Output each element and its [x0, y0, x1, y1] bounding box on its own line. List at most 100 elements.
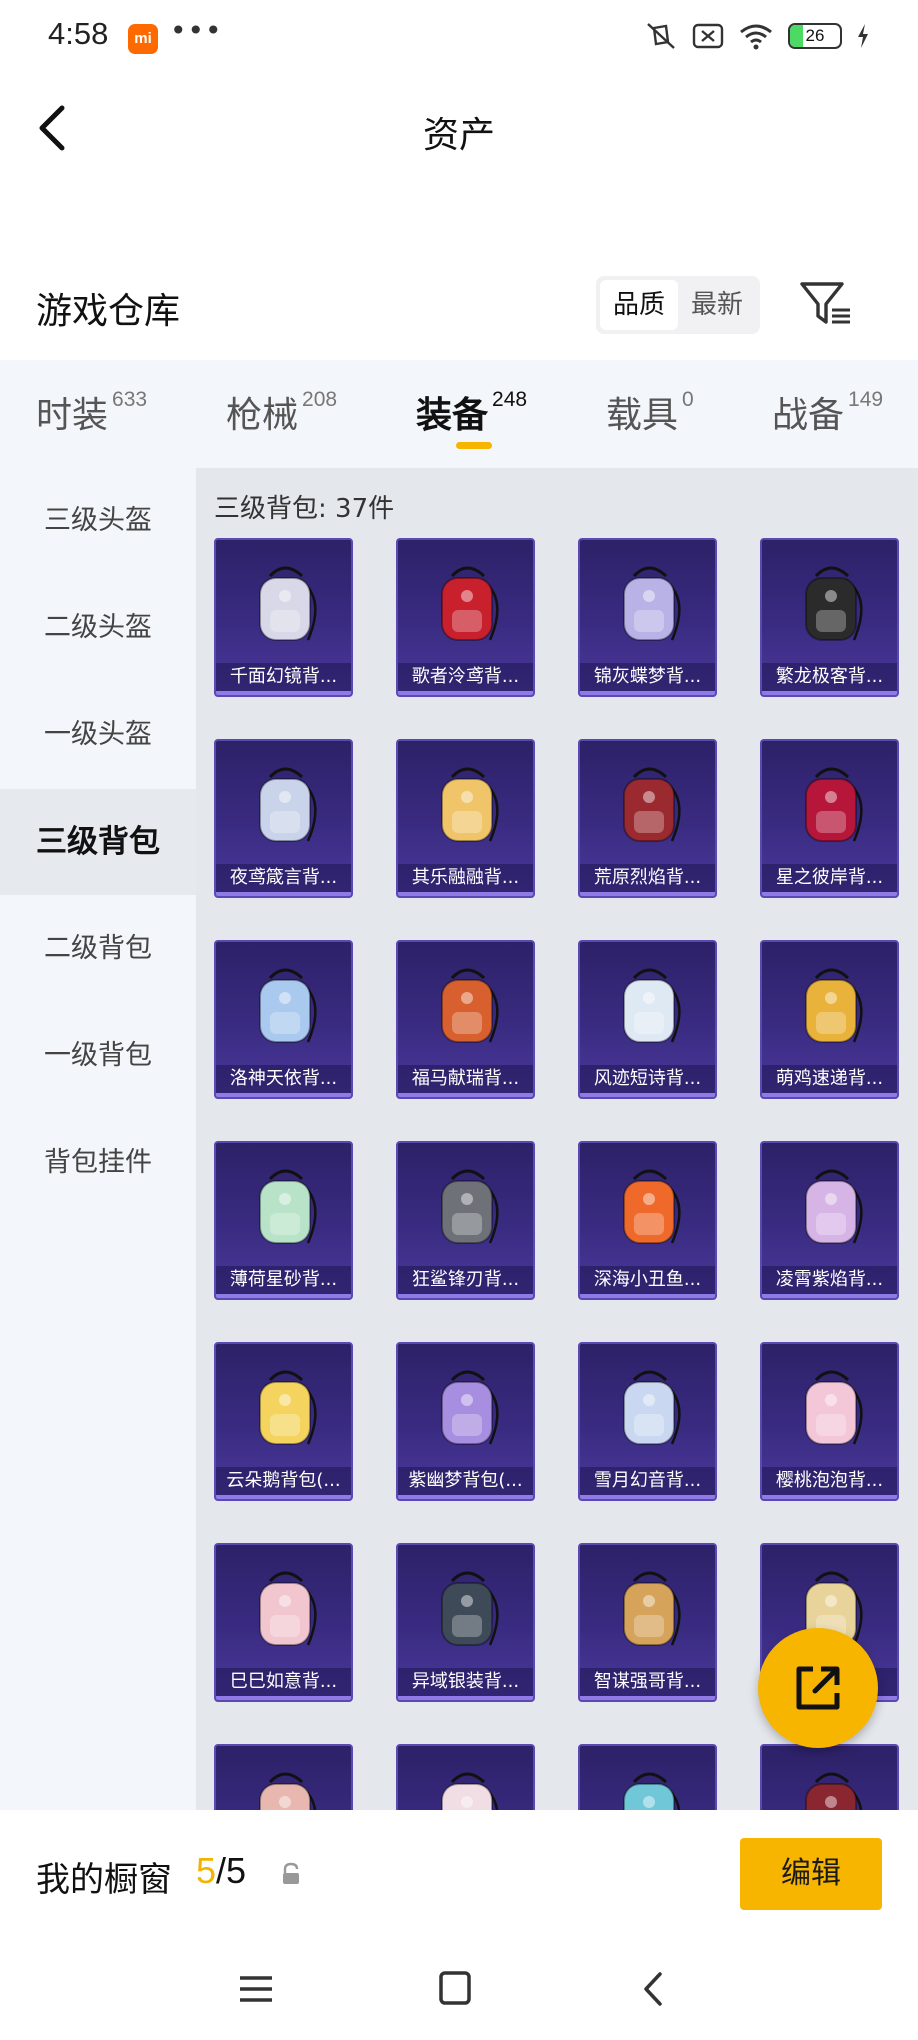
- backpack-icon: [805, 968, 863, 1043]
- backpack-icon: [259, 1370, 317, 1445]
- tab-battle-gear[interactable]: 战备 149: [772, 386, 883, 438]
- item-card[interactable]: 薄荷星砂背...: [214, 1141, 353, 1300]
- more-notifications-icon: •••: [170, 14, 223, 47]
- tab-firearms[interactable]: 枪械 208: [226, 386, 337, 438]
- item-name: 千面幻镜背...: [216, 663, 351, 691]
- edit-button[interactable]: 编辑: [740, 1838, 882, 1910]
- backpack-icon: [805, 1169, 863, 1244]
- item-card[interactable]: 凌霄紫焰背...: [760, 1141, 899, 1300]
- status-icons: 26: [644, 20, 870, 52]
- mute-vibrate-icon: [647, 23, 675, 49]
- share-icon: [796, 1666, 840, 1710]
- item-card[interactable]: 狂鲨锋刃背...: [396, 1141, 535, 1300]
- nav-back-button[interactable]: [626, 1964, 686, 2014]
- item-name: 深海小丑鱼...: [580, 1266, 715, 1294]
- menu-icon: [240, 1976, 272, 2002]
- item-card[interactable]: 深海小丑鱼...: [578, 1141, 717, 1300]
- backpack-icon: [805, 767, 863, 842]
- item-card[interactable]: 洛神天依背...: [214, 940, 353, 1099]
- tab-equipment[interactable]: 装备 248: [416, 386, 527, 438]
- backpack-icon: [441, 566, 499, 641]
- item-name: 狂鲨锋刃背...: [398, 1266, 533, 1294]
- nav-menu-button[interactable]: [226, 1964, 286, 2014]
- item-name: 风迹短诗背...: [580, 1065, 715, 1093]
- tab-label: 载具: [606, 395, 679, 436]
- item-card[interactable]: 荒原烈焰背...: [578, 739, 717, 898]
- tab-count: 248: [492, 388, 528, 411]
- backpack-icon: [441, 1571, 499, 1646]
- item-card[interactable]: [760, 1744, 899, 1810]
- item-name: 星之彼岸背...: [762, 864, 897, 892]
- item-card[interactable]: 星之彼岸背...: [760, 739, 899, 898]
- item-name: 雪月幻音背...: [580, 1467, 715, 1495]
- item-card[interactable]: [396, 1744, 535, 1810]
- item-card[interactable]: 歌者泠鸢背...: [396, 538, 535, 697]
- item-card[interactable]: 风迹短诗背...: [578, 940, 717, 1099]
- sort-option-newest[interactable]: 最新: [678, 280, 756, 330]
- item-card[interactable]: 智谋强哥背...: [578, 1543, 717, 1702]
- item-card[interactable]: 锦灰蝶梦背...: [578, 538, 717, 697]
- tab-vehicles[interactable]: 载具 0: [606, 386, 694, 438]
- showcase-total: 5: [226, 1850, 247, 1891]
- page-title: 资产: [422, 115, 495, 156]
- item-card[interactable]: 雪月幻音背...: [578, 1342, 717, 1501]
- item-card[interactable]: 萌鸡速递背...: [760, 940, 899, 1099]
- item-name: 洛神天依背...: [216, 1065, 351, 1093]
- backpack-icon: [805, 1370, 863, 1445]
- backpack-icon: [623, 1370, 681, 1445]
- showcase-count: 5/5: [196, 1850, 246, 1892]
- tab-label: 战备: [772, 395, 845, 436]
- item-name: 夜鸢箴言背...: [216, 864, 351, 892]
- warehouse-bar: 游戏仓库 品质 最新: [0, 250, 918, 360]
- item-card[interactable]: 福马献瑞背...: [396, 940, 535, 1099]
- item-card[interactable]: 千面幻镜背...: [214, 538, 353, 697]
- item-card[interactable]: 云朵鹅背包(...: [214, 1342, 353, 1501]
- no-sim-icon: [692, 23, 724, 49]
- sidebar-item-backpack-charm[interactable]: 背包挂件: [0, 1110, 196, 1216]
- item-card[interactable]: [578, 1744, 717, 1810]
- charging-icon: [858, 24, 868, 48]
- backpack-icon: [259, 767, 317, 842]
- item-name: 繁龙极客背...: [762, 663, 897, 691]
- backpack-icon: [259, 968, 317, 1043]
- nav-home-button[interactable]: [425, 1964, 485, 2014]
- sort-option-quality[interactable]: 品质: [600, 280, 678, 330]
- tab-label: 时装: [36, 395, 109, 436]
- sidebar-item-level1-backpack[interactable]: 一级背包: [0, 1003, 196, 1109]
- backpack-icon: [259, 1571, 317, 1646]
- backpack-icon: [805, 566, 863, 641]
- tab-count: 0: [682, 388, 694, 411]
- item-card[interactable]: 繁龙极客背...: [760, 538, 899, 697]
- item-card[interactable]: 紫幽梦背包(...: [396, 1342, 535, 1501]
- item-name: 凌霄紫焰背...: [762, 1266, 897, 1294]
- tab-count: 149: [848, 388, 884, 411]
- backpack-icon: [441, 1370, 499, 1445]
- item-name: 锦灰蝶梦背...: [580, 663, 715, 691]
- item-card[interactable]: 其乐融融背...: [396, 739, 535, 898]
- item-card[interactable]: 夜鸢箴言背...: [214, 739, 353, 898]
- sidebar-item-level2-backpack[interactable]: 二级背包: [0, 896, 196, 1002]
- item-card[interactable]: [214, 1744, 353, 1810]
- backpack-icon: [441, 767, 499, 842]
- backpack-icon: [623, 968, 681, 1043]
- item-name: 异域银装背...: [398, 1668, 533, 1696]
- sidebar: 三级头盔 二级头盔 一级头盔 三级背包 二级背包 一级背包 背包挂件: [0, 468, 196, 1810]
- sidebar-item-level2-helmet[interactable]: 二级头盔: [0, 575, 196, 681]
- status-bar: 4:58 mi ••• 26: [0, 0, 918, 78]
- backpack-icon: [441, 1772, 499, 1810]
- item-card[interactable]: 异域银装背...: [396, 1543, 535, 1702]
- sidebar-item-level1-helmet[interactable]: 一级头盔: [0, 682, 196, 788]
- showcase-label: 我的橱窗: [36, 1860, 172, 1900]
- item-card[interactable]: 巳巳如意背...: [214, 1543, 353, 1702]
- share-button[interactable]: [758, 1628, 878, 1748]
- system-nav-bar: [0, 1940, 918, 2040]
- home-icon: [439, 1971, 471, 2005]
- sidebar-item-level3-backpack[interactable]: 三级背包: [0, 789, 196, 895]
- item-card[interactable]: 樱桃泡泡背...: [760, 1342, 899, 1501]
- wifi-icon: [740, 24, 772, 50]
- filter-button[interactable]: [796, 274, 856, 334]
- active-tab-indicator: [456, 442, 492, 449]
- backpack-icon: [623, 566, 681, 641]
- tab-fashion[interactable]: 时装 633: [36, 386, 147, 438]
- sidebar-item-level3-helmet[interactable]: 三级头盔: [0, 468, 196, 574]
